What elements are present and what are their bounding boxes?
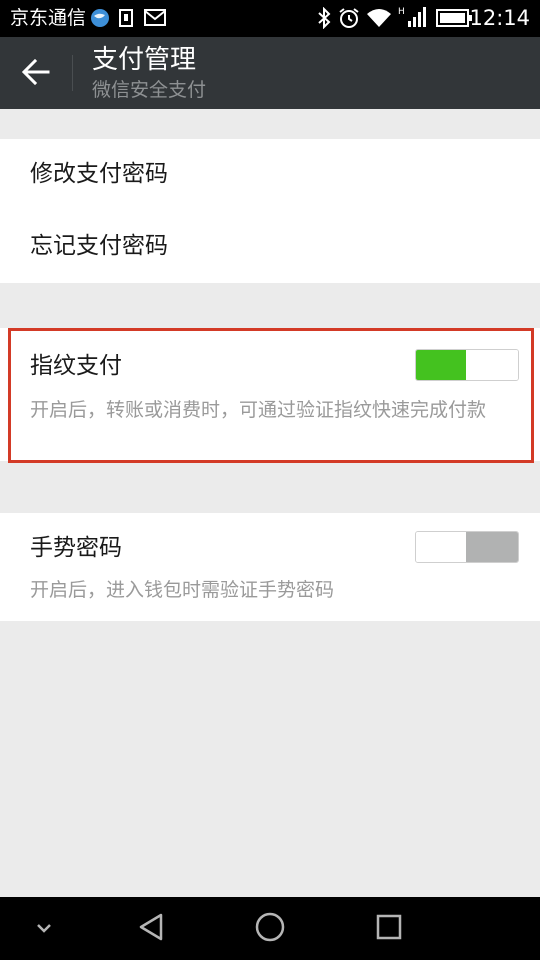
nav-home-button[interactable]	[245, 897, 295, 960]
clock-time: 12:14	[469, 6, 530, 30]
battery-icon	[436, 9, 472, 31]
back-triangle-icon	[137, 912, 165, 946]
gesture-password-toggle[interactable]	[415, 531, 519, 563]
signal-icon: H	[398, 5, 426, 33]
page-subtitle: 微信安全支付	[92, 79, 207, 101]
svg-text:H: H	[398, 7, 405, 17]
carrier-name: 京东通信	[10, 7, 87, 29]
appbar-divider	[72, 55, 73, 91]
forgot-pay-password-item[interactable]: 忘记支付密码	[0, 211, 540, 283]
mail-icon	[144, 9, 166, 30]
navigation-bar	[0, 897, 540, 960]
gesture-password-card: 手势密码 开启后，进入钱包时需验证手势密码	[0, 513, 540, 621]
gesture-password-description: 开启后，进入钱包时需验证手势密码	[30, 579, 335, 601]
toggle-knob	[416, 532, 468, 562]
home-circle-icon	[254, 911, 286, 947]
wifi-icon	[366, 7, 392, 33]
globe-icon	[90, 8, 110, 32]
forgot-pay-password-label: 忘记支付密码	[30, 233, 168, 259]
recents-square-icon	[375, 913, 403, 945]
page-title: 支付管理	[92, 45, 197, 75]
change-pay-password-label: 修改支付密码	[30, 161, 168, 187]
arrow-left-icon	[21, 58, 50, 89]
bluetooth-icon	[316, 6, 332, 33]
back-button[interactable]	[14, 53, 58, 95]
gesture-password-label: 手势密码	[30, 535, 122, 561]
highlight-box	[8, 328, 534, 463]
toggle-off-track	[466, 532, 518, 562]
app-bar: 支付管理 微信安全支付	[0, 37, 540, 109]
chevron-down-icon	[35, 919, 53, 938]
status-bar: 京东通信 H 12:14	[0, 0, 540, 37]
alarm-icon	[338, 7, 360, 33]
nav-recents-button[interactable]	[364, 897, 414, 960]
hide-keyboard-button[interactable]	[22, 897, 66, 960]
sim-icon	[118, 8, 134, 32]
nav-back-button[interactable]	[126, 897, 176, 960]
password-settings-card: 修改支付密码 忘记支付密码	[0, 139, 540, 283]
change-pay-password-item[interactable]: 修改支付密码	[0, 139, 540, 211]
